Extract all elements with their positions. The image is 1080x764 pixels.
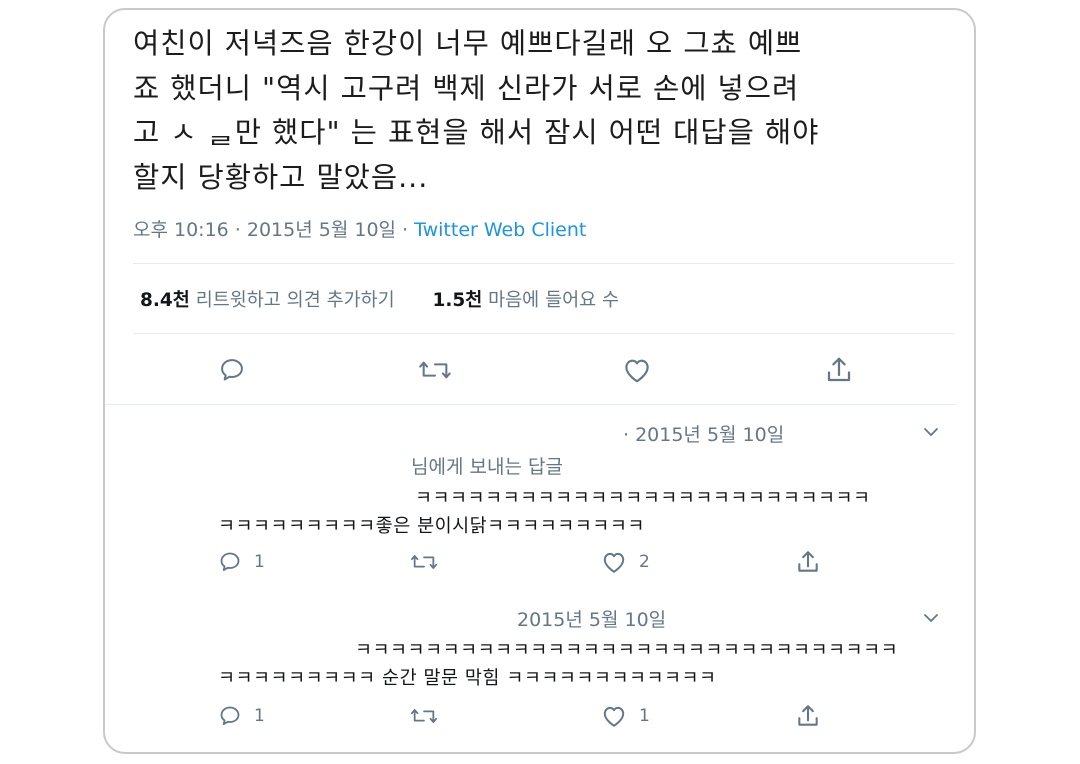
reply-count: 1 (254, 552, 265, 572)
like-button[interactable] (622, 356, 652, 384)
reply-timestamp[interactable]: · 2015년 5월 10일 (623, 420, 784, 447)
reply-text-line: ㅋㅋㅋㅋㅋㅋㅋㅋㅋㅋㅋㅋㅋㅋㅋㅋㅋㅋㅋㅋㅋㅋㅋㅋㅋㅋㅋㅋㅋㅋㅋ (355, 640, 899, 661)
retweet-icon (410, 550, 438, 574)
replying-to-label: 님에게 보내는 답글 (411, 456, 563, 478)
reply-button[interactable]: 1 (218, 550, 265, 574)
chevron-down-icon (921, 613, 941, 632)
divider (133, 263, 954, 264)
reply-menu-button[interactable] (921, 608, 941, 632)
divider (105, 404, 956, 405)
share-button[interactable] (795, 703, 821, 729)
retweet-button[interactable] (410, 550, 438, 574)
retweets-count: 8.4천 (140, 290, 190, 311)
likes-label: 마음에 들어요 수 (488, 290, 620, 311)
tweet-text-line: 죠 했더니 "역시 고구려 백제 신라가 서로 손에 넣으려 (133, 71, 800, 105)
reply-text-line: ㅋㅋㅋㅋㅋㅋㅋㅋㅋ좋은 분이시닭ㅋㅋㅋㅋㅋㅋㅋㅋㅋ (218, 516, 645, 537)
share-icon (795, 703, 821, 729)
tweet-timestamp[interactable]: 오후 10:16 · 2015년 5월 10일 · (133, 219, 414, 241)
like-button[interactable]: 2 (601, 550, 650, 574)
retweets-label: 리트윗하고 의견 추가하기 (195, 290, 395, 311)
tweet-meta: 오후 10:16 · 2015년 5월 10일 · Twitter Web Cl… (133, 215, 586, 242)
share-icon (824, 355, 854, 385)
heart-icon (622, 356, 652, 384)
likes-count: 1.5천 (432, 290, 483, 311)
retweet-icon (418, 356, 452, 384)
share-button[interactable] (824, 355, 854, 385)
tweet-client-link[interactable]: Twitter Web Client (414, 219, 586, 241)
reply-button[interactable]: 1 (218, 704, 265, 728)
like-button[interactable]: 1 (601, 704, 650, 728)
share-button[interactable] (795, 549, 821, 575)
reply-timestamp[interactable]: 2015년 5월 10일 (517, 605, 666, 632)
tweet-text-line: 여친이 저녁즈음 한강이 너무 예쁘다길래 오 그쵸 예쁘 (133, 27, 803, 60)
chevron-down-icon (921, 427, 941, 446)
tweet-text: 여친이 저녁즈음 한강이 너무 예쁘다길래 오 그쵸 예쁘 죠 했더니 "역시 … (133, 22, 963, 200)
like-count: 2 (639, 552, 650, 572)
retweets-stat[interactable]: 8.4천 리트윗하고 의견 추가하기 (140, 290, 395, 311)
likes-stat[interactable]: 1.5천 마음에 들어요 수 (432, 290, 619, 311)
reply-text-line: ㅋㅋㅋㅋㅋㅋㅋㅋㅋㅋㅋㅋㅋㅋㅋㅋㅋㅋㅋㅋㅋㅋㅋㅋㅋㅋ (415, 488, 871, 509)
reply-count: 1 (254, 706, 265, 726)
heart-icon (601, 704, 627, 728)
reply-button[interactable] (218, 356, 246, 384)
reply-icon (218, 356, 246, 384)
reply-icon (218, 550, 242, 574)
retweet-icon (410, 704, 438, 728)
reply-menu-button[interactable] (921, 422, 941, 446)
divider (133, 333, 954, 334)
heart-icon (601, 550, 627, 574)
reply-text-line: ㅋㅋㅋㅋㅋㅋㅋㅋㅋ 순간 말문 막힘 ㅋㅋㅋㅋㅋㅋㅋㅋㅋㅋㅋㅋ (218, 668, 717, 689)
tweet-text-line: 고 ㅅ ᆯ만 했다" 는 표현을 해서 잠시 어떤 대답을 해야 (133, 116, 820, 149)
tweet-stats: 8.4천 리트윗하고 의견 추가하기 1.5천 마음에 들어요 수 (140, 286, 619, 312)
share-icon (795, 549, 821, 575)
like-count: 1 (639, 706, 650, 726)
retweet-button[interactable] (418, 356, 452, 384)
tweet-card: 여친이 저녁즈음 한강이 너무 예쁘다길래 오 그쵸 예쁘 죠 했더니 "역시 … (103, 8, 976, 754)
tweet-text-line: 할지 당황하고 말았음... (133, 160, 429, 194)
reply-icon (218, 704, 242, 728)
retweet-button[interactable] (410, 704, 438, 728)
